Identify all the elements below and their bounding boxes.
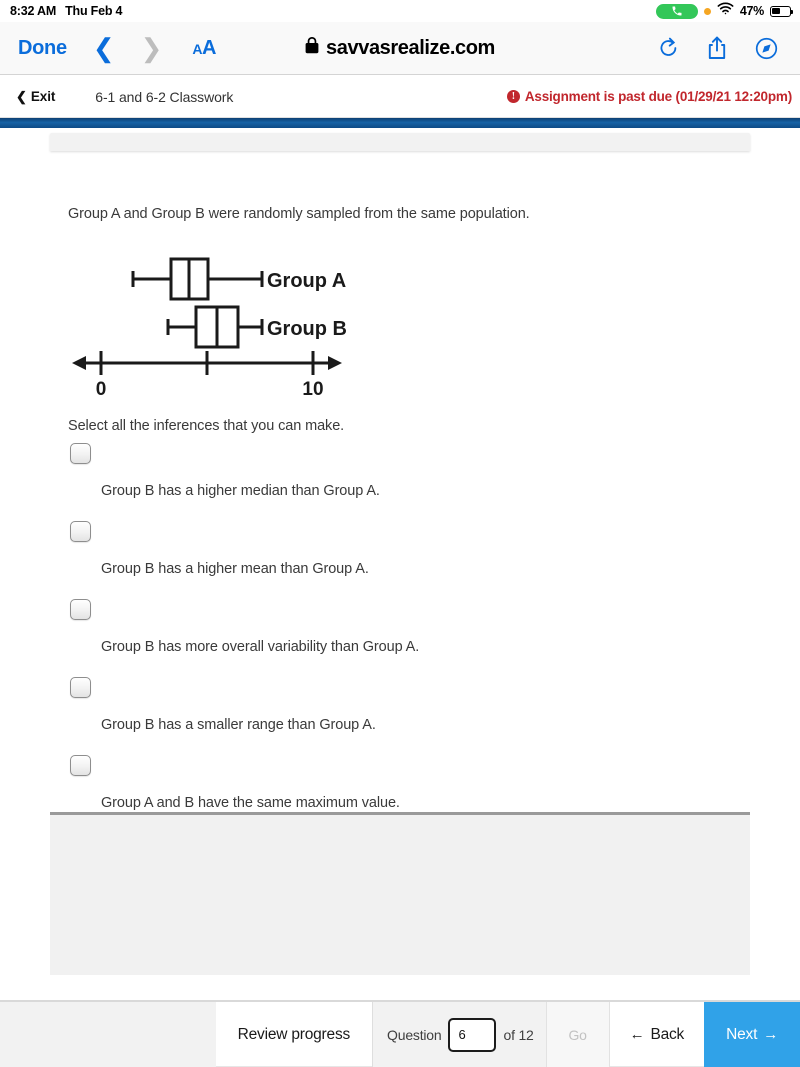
next-button[interactable]: Next → <box>704 1002 800 1067</box>
exit-label: Exit <box>30 89 56 104</box>
boxplot-group-b <box>166 305 264 349</box>
boxplot-group-a <box>131 257 264 301</box>
box-plot-figure: Group A Group B 0 10 <box>60 240 420 410</box>
question-prompt: Select all the inferences that you can m… <box>68 418 345 434</box>
choice-checkbox-4[interactable] <box>70 677 91 698</box>
back-label: Back <box>650 1025 685 1043</box>
choice-checkbox-2[interactable] <box>70 521 91 542</box>
choice-label-1[interactable]: Group B has a higher median than Group A… <box>101 483 380 499</box>
choice-checkbox-5[interactable] <box>70 755 91 776</box>
box-plot-svg: Group A Group B 0 10 <box>72 257 347 400</box>
boxplot-label-group-b: Group B <box>267 318 347 340</box>
status-bar-right: 47% <box>655 2 800 20</box>
back-button[interactable]: ← Back <box>608 1002 705 1067</box>
orange-dot-icon <box>703 7 711 15</box>
safari-toolbar: Done ❮ ❯ AA savvasrealize.com <box>0 22 800 75</box>
safari-actions <box>658 36 800 60</box>
status-date: Thu Feb 4 <box>65 4 123 18</box>
next-label: Next <box>726 1025 758 1043</box>
nav-buttons: Review progress Question 6 of 12 Go ← Ba… <box>215 1002 800 1067</box>
question-stage: Group A and Group B were randomly sample… <box>0 128 800 1000</box>
exclamation-circle-icon: ! <box>506 90 520 103</box>
review-progress-button[interactable]: Review progress <box>215 1002 374 1067</box>
share-icon[interactable] <box>707 36 727 60</box>
compass-icon[interactable] <box>755 37 778 60</box>
go-button: Go <box>546 1002 609 1067</box>
number-line-axis <box>76 351 338 375</box>
exit-button[interactable]: ❮ Exit <box>16 89 55 104</box>
question-number-input[interactable]: 6 <box>448 1017 497 1052</box>
assignment-header: ❮ Exit 6-1 and 6-2 Classwork ! Assignmen… <box>0 76 800 118</box>
choice-label-4[interactable]: Group B has a smaller range than Group A… <box>101 717 376 733</box>
wifi-icon <box>717 2 734 20</box>
choice-label-3[interactable]: Group B has more overall variability tha… <box>101 639 419 655</box>
past-due-text: Assignment is past due (01/29/21 12:20pm… <box>524 89 792 104</box>
choice-row: Group B has a smaller range than Group A… <box>0 677 800 755</box>
boxplot-label-group-a: Group A <box>267 270 346 292</box>
phone-icon[interactable] <box>655 3 698 19</box>
question-jump-group: Question 6 of 12 <box>373 1002 547 1067</box>
blue-divider-bar <box>0 118 800 128</box>
choice-checkbox-1[interactable] <box>70 443 91 464</box>
arrow-left-icon: ← <box>629 1026 645 1043</box>
axis-arrow-left <box>72 356 86 370</box>
content-panel-top-edge <box>50 133 750 151</box>
question-stem: Group A and Group B were randomly sample… <box>68 206 530 222</box>
lock-icon <box>305 37 319 59</box>
battery-icon <box>770 5 793 17</box>
choice-row: Group B has more overall variability tha… <box>0 599 800 677</box>
axis-tick-label-0: 0 <box>96 379 107 400</box>
bottom-navigation-bar: Review progress Question 6 of 12 Go ← Ba… <box>0 1002 800 1067</box>
question-label: Question <box>387 1026 442 1043</box>
arrow-right-icon: → <box>763 1026 778 1043</box>
choice-checkbox-3[interactable] <box>70 599 91 620</box>
assignment-title: 6-1 and 6-2 Classwork <box>95 88 234 105</box>
choice-row: Group B has a higher median than Group A… <box>0 443 800 521</box>
choice-label-2[interactable]: Group B has a higher mean than Group A. <box>101 561 369 577</box>
past-due-warning: ! Assignment is past due (01/29/21 12:20… <box>506 89 792 104</box>
reload-icon[interactable] <box>658 37 679 60</box>
question-total-label: of 12 <box>503 1026 534 1043</box>
ios-status-bar: 8:32 AM Thu Feb 4 47% <box>0 0 800 22</box>
url-text: savvasrealize.com <box>326 36 495 59</box>
chevron-left-icon: ❮ <box>16 89 27 104</box>
choice-list: Group B has a higher median than Group A… <box>0 443 800 833</box>
content-panel-bottom <box>50 812 750 975</box>
axis-arrow-right <box>328 356 342 370</box>
battery-percent: 47% <box>739 4 764 18</box>
choice-label-5[interactable]: Group A and B have the same maximum valu… <box>101 795 400 811</box>
status-time: 8:32 AM <box>10 4 57 18</box>
axis-tick-label-10: 10 <box>302 379 323 400</box>
status-bar-left: 8:32 AM Thu Feb 4 <box>0 4 123 18</box>
choice-row: Group B has a higher mean than Group A. <box>0 521 800 599</box>
